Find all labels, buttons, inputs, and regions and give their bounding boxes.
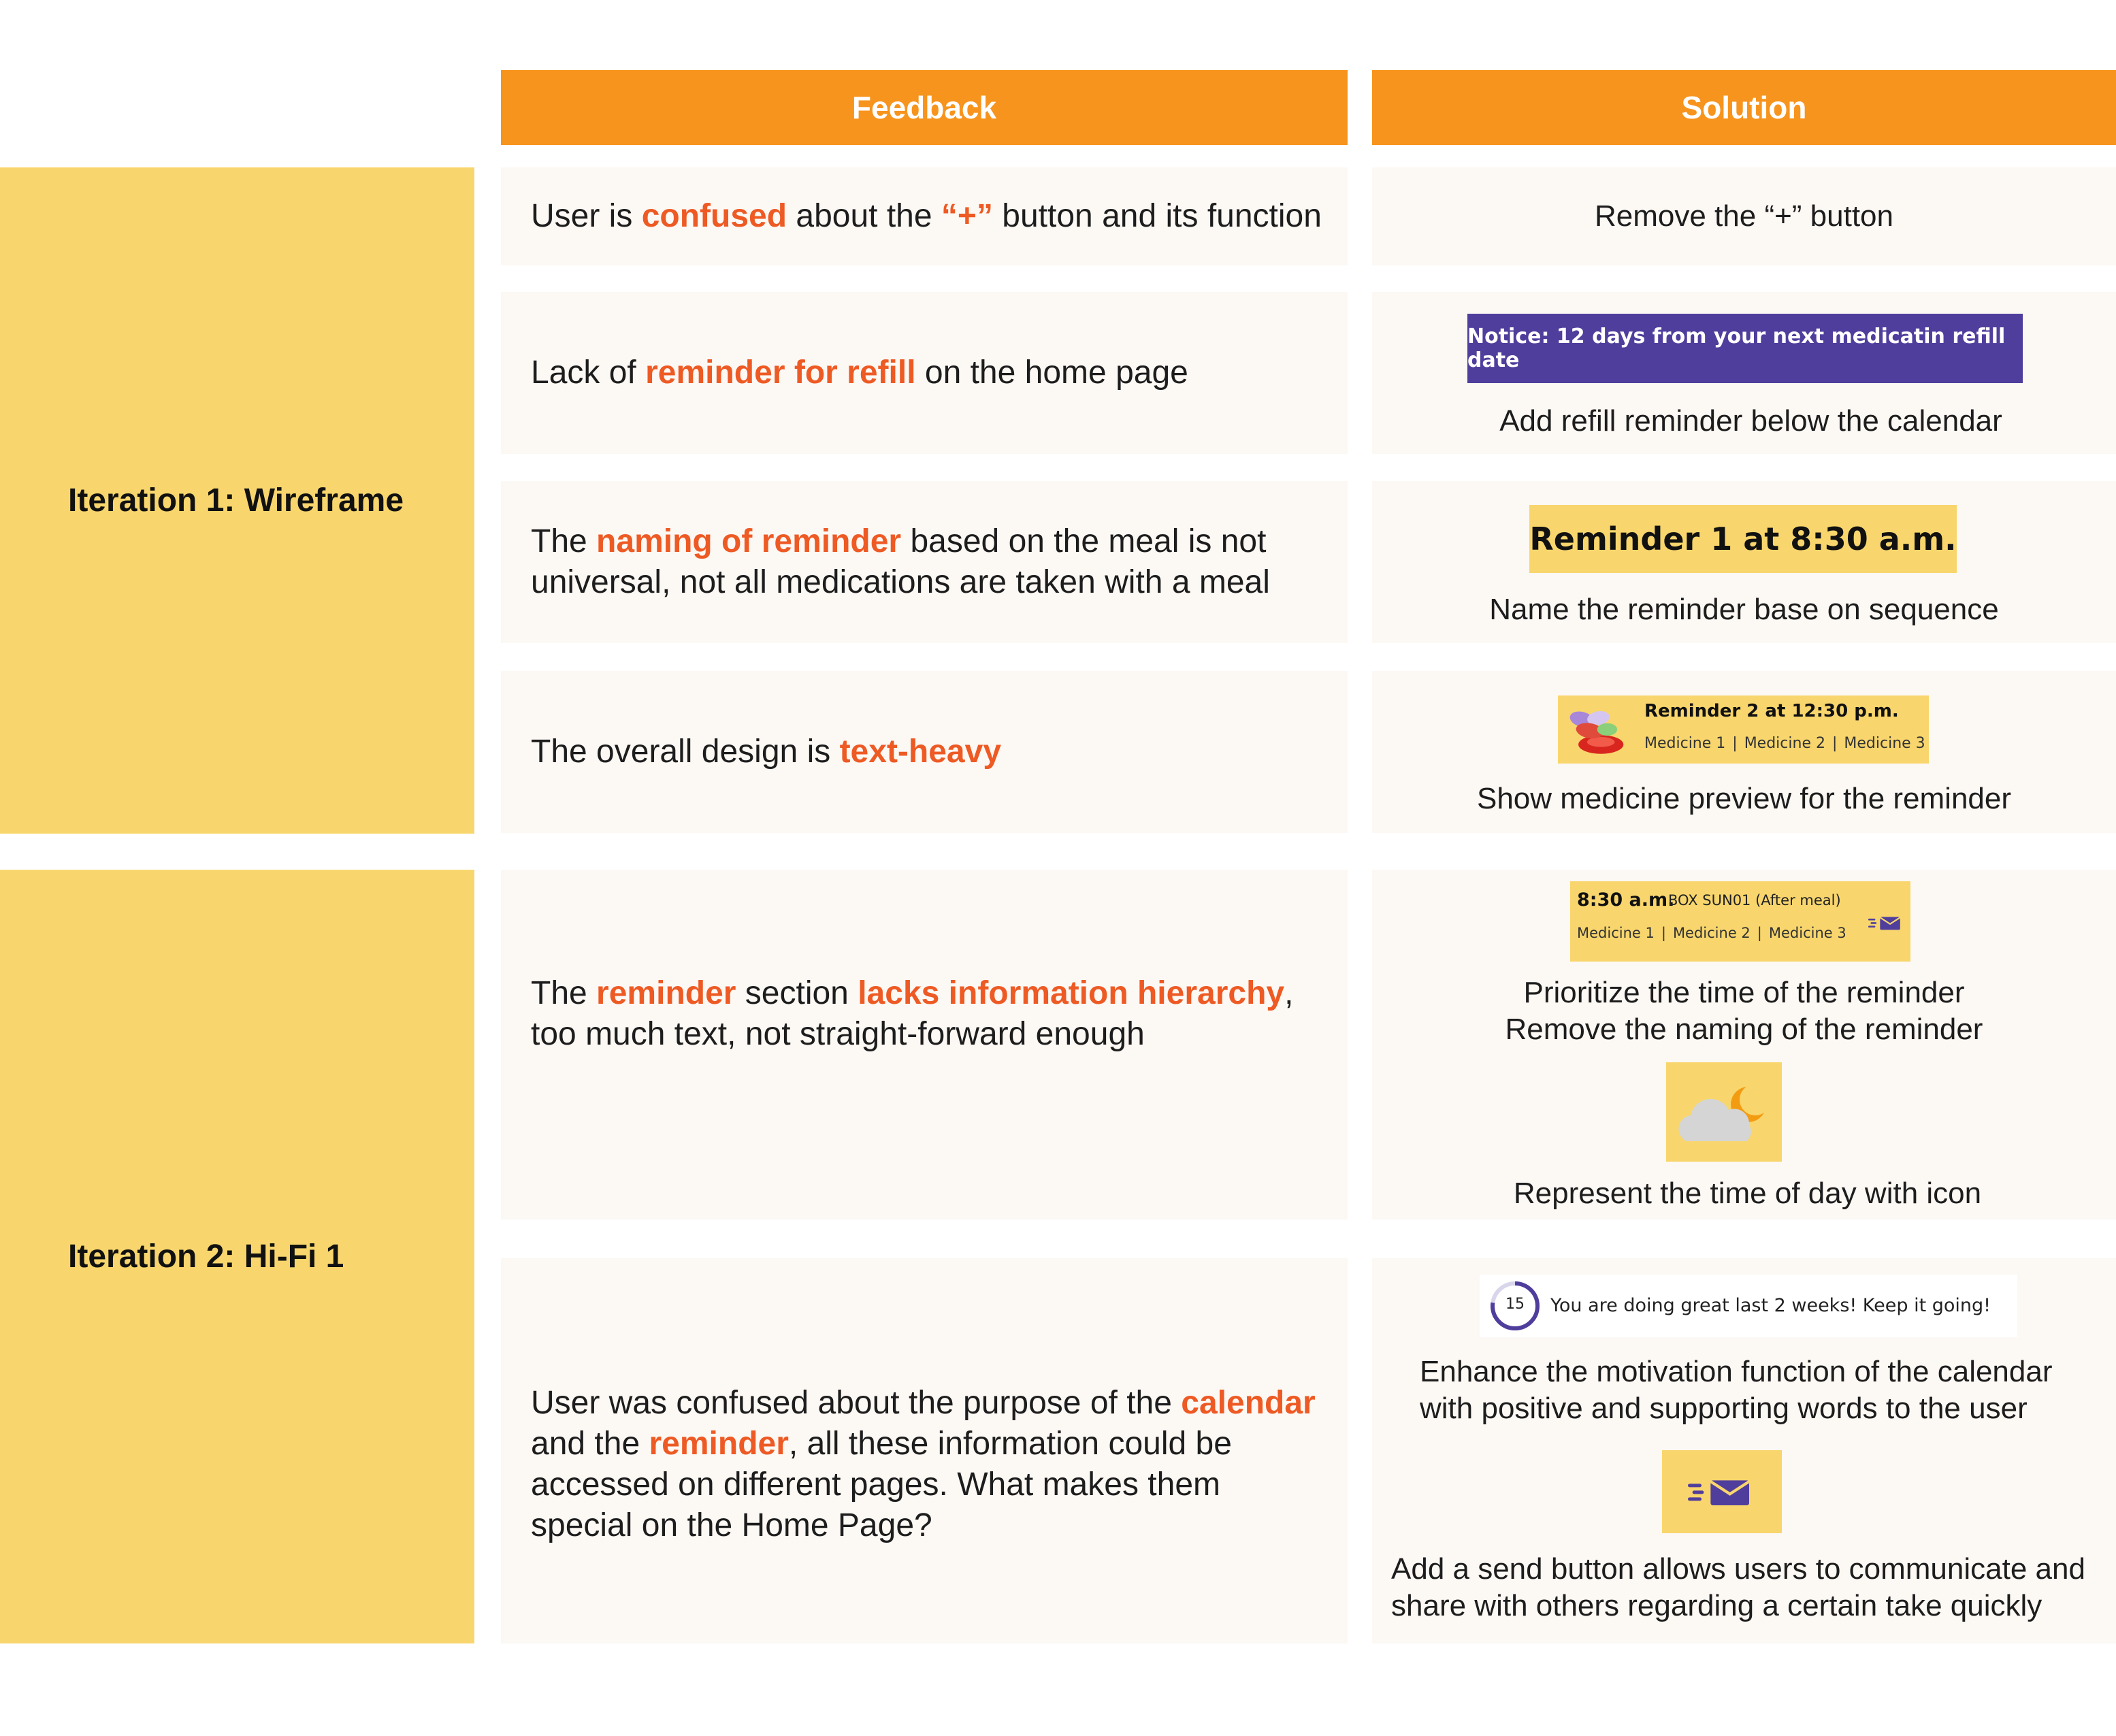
highlight: confused — [641, 198, 787, 234]
solution-cell-3: Reminder 1 at 8:30 a.m. Name the reminde… — [1372, 481, 2116, 643]
highlight: reminder — [649, 1426, 789, 1462]
solution-text: Prioritize the time of the reminder Remo… — [1505, 976, 1983, 1046]
highlight: reminder — [596, 975, 736, 1011]
iteration-2-label: Iteration 2: Hi-Fi 1 — [0, 870, 474, 1643]
solution-cell-1: Remove the “+” button — [1372, 167, 2116, 265]
reminder-box: BOX SUN01 (After meal) — [1668, 892, 1841, 908]
motivation-text: You are doing great last 2 weeks! Keep i… — [1550, 1295, 1991, 1316]
solution-text: Add refill reminder below the calendar — [1499, 404, 2002, 438]
reminder-chip: Reminder 1 at 8:30 a.m. — [1529, 505, 1957, 573]
feedback-header: Feedback — [501, 70, 1348, 145]
solution-text: Show medicine preview for the reminder — [1476, 782, 2012, 815]
refill-notice-banner: Notice: 12 days from your next medicatin… — [1467, 314, 2023, 383]
feedback-cell-2: Lack of reminder for refill on the home … — [501, 292, 1348, 454]
reminder-time: 8:30 a.m. — [1577, 889, 1675, 911]
send-icon[interactable] — [1868, 914, 1904, 932]
solution-text: Represent the time of day with icon — [1513, 1177, 1982, 1210]
solution-text: Name the reminder base on sequence — [1489, 593, 1999, 626]
highlight: reminder for refill — [645, 355, 916, 391]
solution-header: Solution — [1372, 70, 2116, 145]
iteration-1-text: Iteration 1: Wireframe — [68, 482, 404, 519]
highlight: text-heavy — [839, 734, 1002, 770]
medicine-preview-card: Reminder 2 at 12:30 p.m. Medicine 1 | Medi… — [1558, 695, 1929, 764]
feedback-cell-4: The overall design is text-heavy — [501, 671, 1348, 833]
feedback-cell-6: User was confused about the purpose of t… — [501, 1258, 1348, 1643]
highlight: lacks information hierarchy — [858, 975, 1285, 1011]
progress-count: 15 — [1505, 1296, 1525, 1313]
feedback-cell-3: The naming of reminder based on the meal… — [501, 481, 1348, 643]
highlight: calendar — [1181, 1385, 1316, 1421]
solution-cell-2: Notice: 12 days from your next medicatin… — [1372, 292, 2116, 454]
iteration-1-label: Iteration 1: Wireframe — [0, 167, 474, 834]
feedback-cell-5: The reminder section lacks information h… — [501, 870, 1348, 1219]
solution-text: Add a send button allows users to commun… — [1391, 1552, 2085, 1622]
send-button-tile — [1662, 1450, 1782, 1533]
solution-text: Remove the “+” button — [1594, 199, 1893, 233]
preview-medicines: Medicine 1 | Medicine 2 | Medicine 3 — [1644, 735, 1925, 752]
time-of-day-tile — [1666, 1062, 1782, 1162]
feedback-cell-1: User is confused about the “+” button an… — [501, 167, 1348, 265]
reminder-card: 8:30 a.m. BOX SUN01 (After meal) Medicin… — [1570, 881, 1910, 962]
iteration-2-text: Iteration 2: Hi-Fi 1 — [68, 1239, 344, 1275]
cloud-moon-icon — [1678, 1087, 1764, 1141]
highlight: naming of reminder — [596, 523, 902, 559]
pills-icon — [1569, 710, 1624, 754]
send-icon[interactable] — [1688, 1475, 1756, 1509]
solution-cell-6: 15 You are doing great last 2 weeks! Kee… — [1372, 1258, 2116, 1643]
solution-text: Enhance the motivation function of the c… — [1420, 1355, 2053, 1425]
motivation-banner: 15 You are doing great last 2 weeks! Kee… — [1480, 1275, 2017, 1337]
preview-title: Reminder 2 at 12:30 p.m. — [1644, 701, 1899, 721]
solution-cell-5: 8:30 a.m. BOX SUN01 (After meal) Medicin… — [1372, 870, 2116, 1219]
highlight: “+” — [941, 198, 993, 234]
solution-cell-4: Reminder 2 at 12:30 p.m. Medicine 1 | Medi… — [1372, 671, 2116, 833]
reminder-medicines: Medicine 1 | Medicine 2 | Medicine 3 — [1577, 925, 1846, 941]
